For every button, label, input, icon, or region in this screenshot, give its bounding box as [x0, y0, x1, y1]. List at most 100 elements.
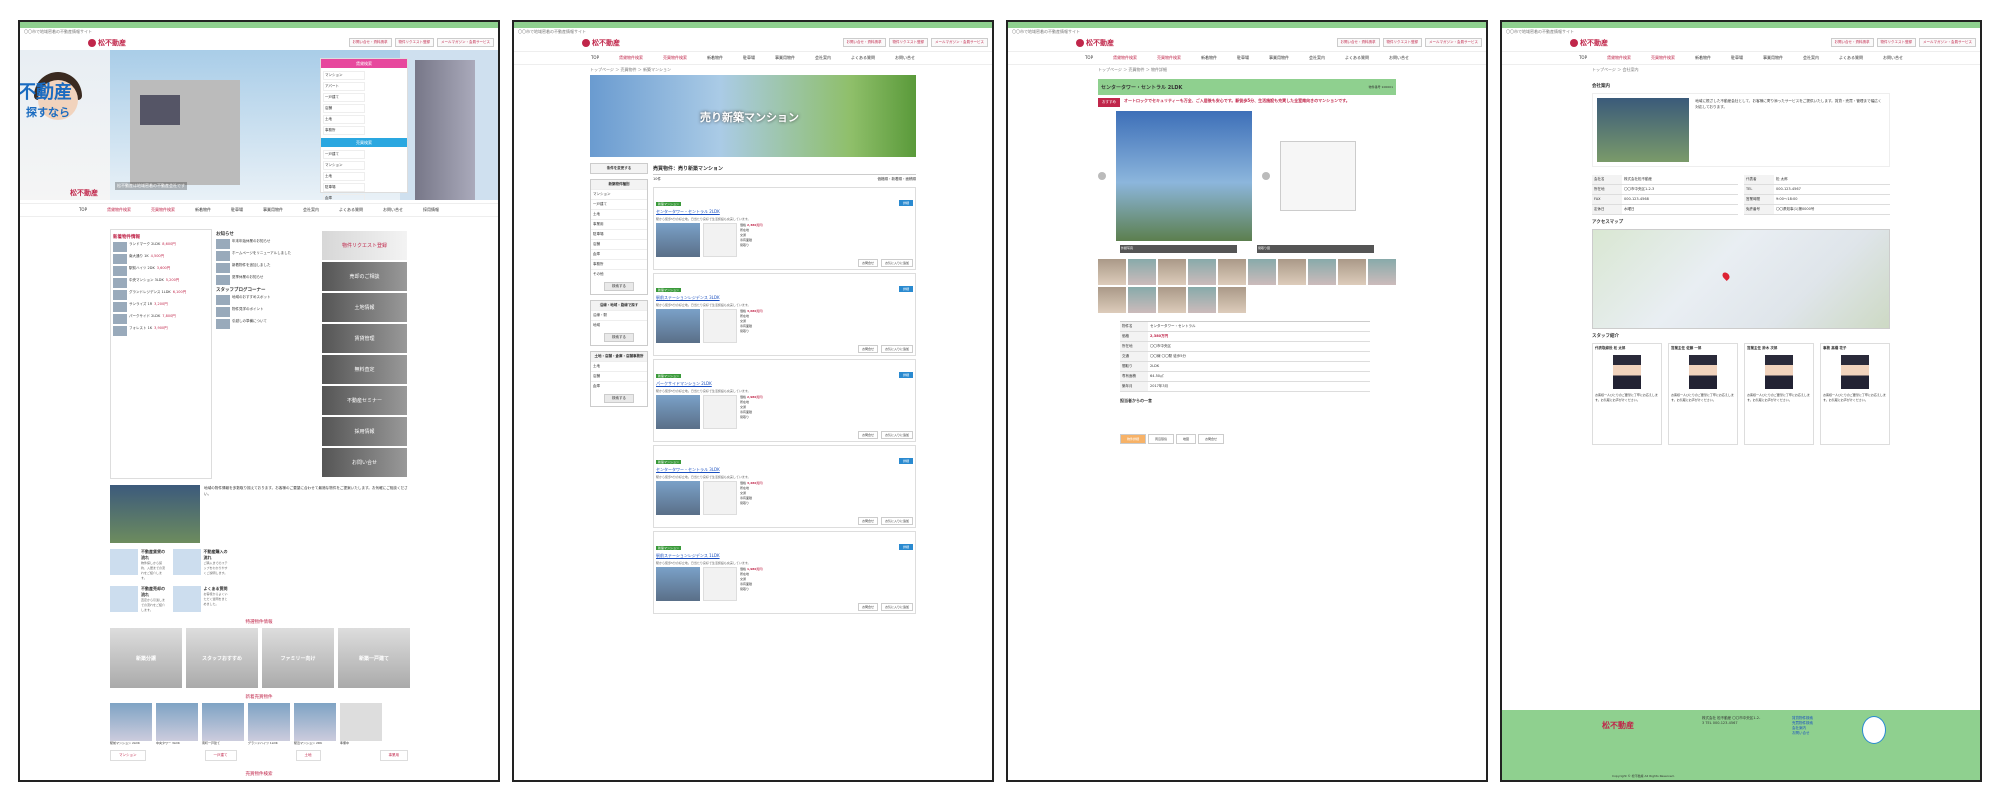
search-option[interactable]: 倉庫 — [323, 194, 365, 200]
footer-logo[interactable]: 松不動産 — [1602, 720, 1634, 731]
search-option[interactable]: 一戸建て — [323, 150, 365, 159]
nav-item[interactable]: お問い合せ — [373, 204, 413, 216]
category-button[interactable]: 事業用 — [379, 749, 408, 761]
sidebar-option[interactable]: マンション — [591, 189, 647, 199]
nav-item[interactable]: お問い合せ — [1873, 52, 1913, 64]
news-item[interactable]: ホームページをリニューアルしました — [216, 251, 318, 261]
flow-sell[interactable]: 不動産売却の流れ 査定から引渡しまでの流れをご紹介します。 — [110, 586, 168, 613]
header-link-contact[interactable]: お問い合せ・資料請求 — [348, 38, 392, 47]
banner-seminar[interactable]: 不動産セミナー — [322, 386, 407, 415]
sidebar-option[interactable]: 駐車場 — [591, 229, 647, 239]
blog-item[interactable]: 引越しの準備について — [216, 319, 318, 329]
listing-card[interactable]: 新築マンション 駅前ステーションレジデンス 3LDK 詳細 駅から徒歩5分の好立地。… — [653, 273, 916, 356]
list-item[interactable]: パークサイド 2LDK 7,800円 — [113, 314, 209, 324]
news-item[interactable]: 夏季休業のお知らせ — [216, 275, 318, 285]
card-contact-button[interactable]: お問合せ — [857, 431, 878, 439]
gallery-thumb[interactable] — [1278, 259, 1306, 285]
sidebar-option[interactable]: 店舗 — [591, 371, 647, 381]
nav-item[interactable]: 事業用物件 — [253, 204, 293, 216]
sidebar-option[interactable]: 地域 — [591, 320, 647, 330]
header-link-contact[interactable]: お問い合せ・資料請求 — [1336, 38, 1380, 47]
list-item[interactable]: グランドレジデンス 1LDK 6,100円 — [113, 290, 209, 300]
nav-item[interactable]: 採用情報 — [413, 204, 449, 216]
card-detail-button[interactable]: 詳細 — [898, 543, 913, 550]
sidebar-option[interactable]: 土地 — [591, 209, 647, 219]
nav-item[interactable]: 事業用物件 — [1259, 52, 1299, 64]
list-item[interactable]: 中央マンション 3LDK 5,200円 — [113, 278, 209, 288]
sidebar-search-button[interactable]: 検索する — [604, 282, 634, 291]
nav-item[interactable]: TOP — [69, 204, 97, 216]
card-contact-button[interactable]: お問合せ — [857, 259, 878, 267]
nav-item[interactable]: TOP — [1569, 52, 1597, 64]
flow-buy[interactable]: 不動産購入の流れ ご購入までのステップをわかりやすくご説明します。 — [172, 549, 231, 581]
gallery-thumb[interactable] — [1248, 259, 1276, 285]
blog-item[interactable]: 物件見学のポイント — [216, 307, 318, 317]
search-option[interactable]: マンション — [323, 71, 365, 80]
promo-banner[interactable]: ファミリー向け — [262, 628, 334, 688]
header-link-contact[interactable]: お問い合せ・資料請求 — [842, 38, 886, 47]
header-link-request[interactable]: 物件リクエスト登録 — [1382, 38, 1422, 47]
nav-item[interactable]: 会社案内 — [1299, 52, 1335, 64]
listing-card[interactable]: 新築マンション 駅前ステーションレジデンス 1LDK 詳細 駅から徒歩5分の好立地。… — [653, 531, 916, 614]
nav-item[interactable]: TOP — [581, 52, 609, 64]
flow-faq[interactable]: よくある質問 お客様からよくいただく質問をまとめました。 — [172, 586, 231, 613]
gallery-thumb[interactable] — [1338, 259, 1366, 285]
promo-banner[interactable]: 新築一戸建て — [338, 628, 410, 688]
sort-links[interactable]: 価格順・新着順・面積順 — [878, 177, 917, 182]
nav-item[interactable]: よくある質問 — [1829, 52, 1873, 64]
banner-sell[interactable]: 売却のご相談 — [322, 262, 407, 291]
header-link-member[interactable]: メールマガジン・会員サービス — [1919, 38, 1976, 47]
footer-link-sale[interactable]: 売買物件検索 — [20, 771, 498, 777]
access-map[interactable] — [1592, 229, 1890, 329]
gallery-thumb[interactable] — [1098, 259, 1126, 285]
nav-item[interactable]: 売買物件検索 — [141, 204, 185, 216]
sidebar-option[interactable]: 一戸建て — [591, 199, 647, 209]
gallery-thumb[interactable] — [1188, 259, 1216, 285]
gallery-thumb[interactable] — [1098, 287, 1126, 313]
promo-banner[interactable]: スタッフおすすめ — [186, 628, 258, 688]
nav-item[interactable]: 会社案内 — [293, 204, 329, 216]
listing-card[interactable]: 新築マンション センタータワー・セントラル 3LDK 詳細 駅から徒歩5分の好立地。… — [653, 445, 916, 528]
tab-map[interactable]: 地図 — [1176, 434, 1197, 444]
header-link-member[interactable]: メールマガジン・会員サービス — [1425, 38, 1482, 47]
listing-card[interactable]: 新築マンション センタータワー・セントラル 2LDK 詳細 駅から徒歩5分の好立地。… — [653, 187, 916, 270]
search-option[interactable]: 事務所 — [323, 126, 365, 135]
prev-arrow-icon[interactable] — [1098, 172, 1106, 180]
nav-item[interactable]: 売買物件検索 — [1641, 52, 1685, 64]
nav-item[interactable]: 新着物件 — [697, 52, 733, 64]
next-arrow-icon[interactable] — [1262, 172, 1270, 180]
sidebar-option[interactable]: 店舗 — [591, 239, 647, 249]
sidebar-option[interactable]: その他 — [591, 269, 647, 279]
nav-item[interactable]: 売買物件検索 — [653, 52, 697, 64]
card-favorite-button[interactable]: お気に入りに追加 — [880, 517, 913, 525]
banner-request[interactable]: 物件リクエスト登録 — [322, 231, 407, 260]
nav-item[interactable]: 会社案内 — [1793, 52, 1829, 64]
card-name[interactable]: 駅前ステーションレジデンス 1LDK — [656, 553, 720, 559]
category-button[interactable]: 土地 — [295, 749, 321, 761]
latest-item[interactable]: 駅近マンション 2DK — [294, 703, 336, 746]
nav-item[interactable]: よくある質問 — [329, 204, 373, 216]
card-detail-button[interactable]: 詳細 — [898, 457, 913, 464]
latest-item[interactable]: 準備中 — [340, 703, 382, 746]
list-item[interactable]: ランドマーク 2LDK 8,600円 — [113, 242, 209, 252]
news-item[interactable]: 新着物件を追加しました — [216, 263, 318, 273]
promo-banner[interactable]: 新築分譲 — [110, 628, 182, 688]
card-contact-button[interactable]: お問合せ — [857, 345, 878, 353]
latest-item[interactable]: 駅前マンション 2LDK — [110, 703, 152, 746]
gallery-thumb[interactable] — [1218, 259, 1246, 285]
listing-card[interactable]: 新築マンション パークサイドマンション 2LDK 詳細 駅から徒歩5分の好立地。日当… — [653, 359, 916, 442]
gallery-thumb[interactable] — [1218, 287, 1246, 313]
card-contact-button[interactable]: お問合せ — [857, 603, 878, 611]
card-name[interactable]: センタータワー・セントラル 3LDK — [656, 467, 720, 473]
search-option[interactable]: 土地 — [323, 172, 365, 181]
card-detail-button[interactable]: 詳細 — [898, 199, 913, 206]
card-detail-button[interactable]: 詳細 — [898, 285, 913, 292]
gallery-thumb[interactable] — [1368, 259, 1396, 285]
header-link-request[interactable]: 物件リクエスト登録 — [1876, 38, 1916, 47]
flow-rent[interactable]: 不動産賃貸の流れ 物件探しから契約、入居までの流れをご紹介します。 — [110, 549, 168, 581]
list-item[interactable]: 駅前ハイツ 2DK 3,600円 — [113, 266, 209, 276]
header-link-member[interactable]: メールマガジン・会員サービス — [437, 38, 494, 47]
nav-item[interactable]: 新着物件 — [1191, 52, 1227, 64]
card-favorite-button[interactable]: お気に入りに追加 — [880, 345, 913, 353]
nav-item[interactable]: 賃貸物件検索 — [1597, 52, 1641, 64]
